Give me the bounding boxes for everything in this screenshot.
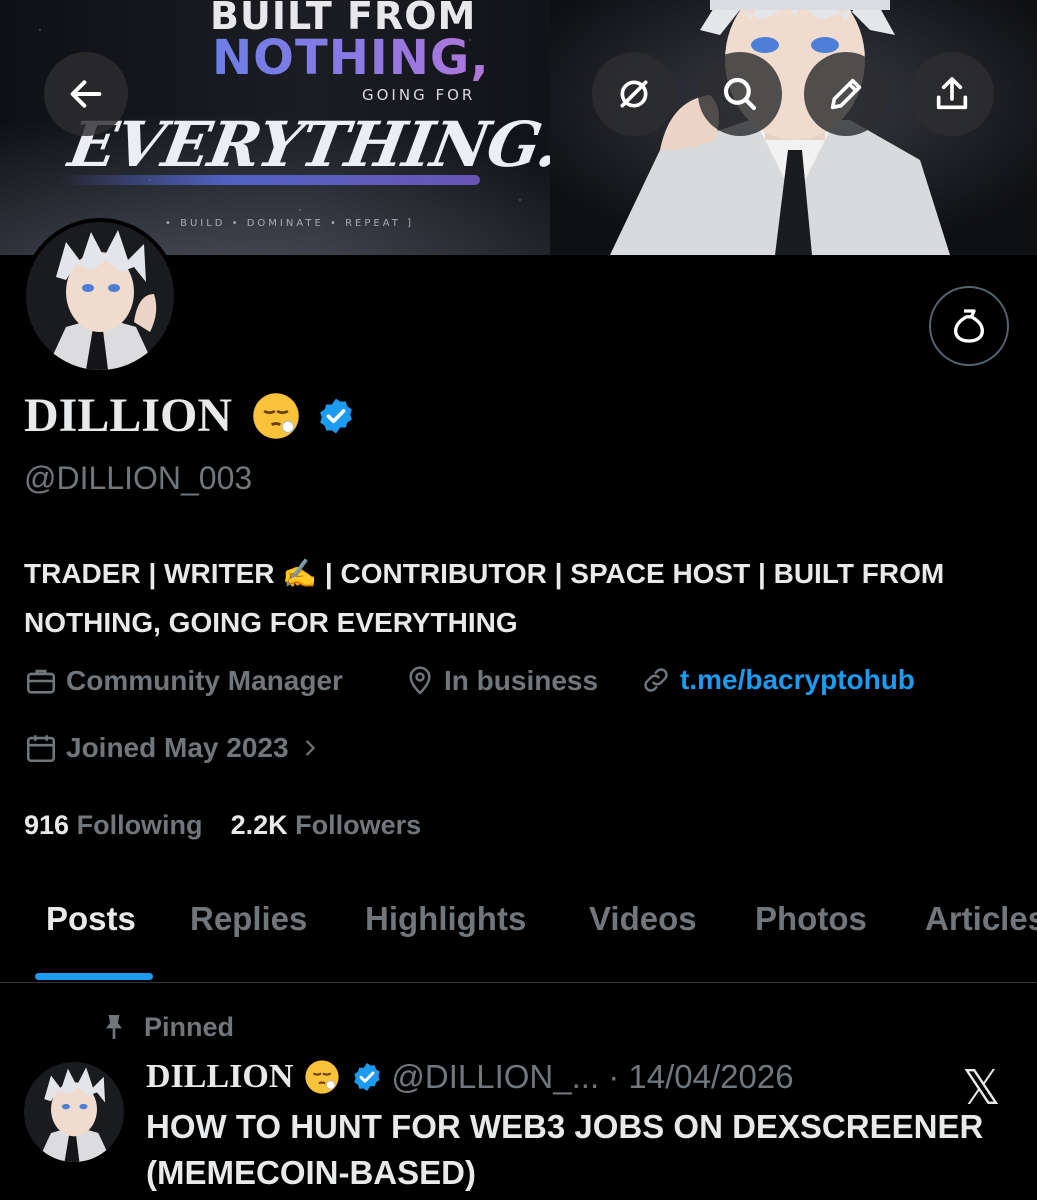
- post-avatar-illustration: [24, 1062, 124, 1162]
- post-title[interactable]: HOW TO HUNT FOR WEB3 JOBS ON DEXSCREENER…: [146, 1104, 1026, 1196]
- profile-bio: TRADER | WRITER ✍️ | CONTRIBUTOR | SPACE…: [24, 558, 945, 638]
- banner-text-line3: GOING FOR: [362, 86, 476, 104]
- profile-website[interactable]: t.me/bacryptohub: [640, 664, 915, 696]
- profile-tabs: Posts Replies Highlights Videos Photos A…: [0, 896, 1037, 983]
- search-icon: [723, 77, 757, 111]
- briefcase-icon: [26, 669, 56, 694]
- post-header: DILLION @DILLION_... · 14/04/2026: [146, 1058, 794, 1096]
- edit-pencil-icon: [830, 78, 862, 110]
- post-sleepy-face-emoji-icon: [303, 1058, 341, 1096]
- profile-joined-label: Joined May 2023: [66, 732, 289, 763]
- avatar-illustration: [26, 222, 174, 370]
- post-author-name[interactable]: DILLION: [146, 1058, 293, 1096]
- back-button[interactable]: [44, 52, 128, 136]
- tab-posts[interactable]: Posts: [46, 900, 136, 938]
- tab-articles[interactable]: Articles: [925, 900, 1037, 938]
- chevron-right-icon: [305, 740, 315, 756]
- banner-text-line4: EVERYTHING.: [63, 108, 565, 181]
- tab-highlights[interactable]: Highlights: [365, 900, 526, 938]
- pinned-label: Pinned: [144, 1011, 235, 1042]
- grok-button[interactable]: [592, 52, 676, 136]
- grok-icon: [620, 80, 648, 108]
- share-icon: [936, 77, 968, 110]
- followers-link[interactable]: 2.2K Followers: [231, 810, 422, 841]
- profile-category-label: Community Manager: [66, 665, 343, 696]
- pinned-indicator: Pinned: [98, 1010, 234, 1044]
- sleepy-face-emoji-icon: [250, 390, 302, 442]
- profile-location-label: In business: [444, 665, 599, 696]
- active-tab-indicator: [35, 973, 153, 980]
- profile-banner[interactable]: BUILT FROM NOTHING, GOING FOR EVERYTHING…: [0, 0, 1037, 255]
- tab-replies[interactable]: Replies: [190, 900, 307, 938]
- following-link[interactable]: 916 Following: [24, 810, 203, 841]
- profile-joined[interactable]: Joined May 2023: [24, 731, 329, 765]
- edit-button[interactable]: [804, 52, 888, 136]
- profile-avatar[interactable]: [22, 218, 178, 374]
- profile-location: In business: [404, 664, 598, 698]
- profile-name-row: DILLION: [24, 388, 356, 443]
- banner-text-line2: NOTHING,: [212, 30, 490, 86]
- search-button[interactable]: [698, 52, 782, 136]
- tab-photos[interactable]: Photos: [755, 900, 867, 938]
- tab-videos[interactable]: Videos: [589, 900, 697, 938]
- post-handle-date: @DILLION_... · 14/04/2026: [391, 1058, 794, 1095]
- link-icon: [644, 668, 668, 692]
- share-button[interactable]: [910, 52, 994, 136]
- calendar-icon: [26, 735, 56, 763]
- post-verified-badge-icon: [351, 1061, 383, 1093]
- profile-handle: @DILLION_003: [24, 460, 253, 496]
- follow-counts: 916 Following 2.2K Followers: [24, 810, 421, 841]
- subscriptions-button[interactable]: [929, 286, 1009, 366]
- profile-category: Community Manager: [24, 664, 343, 698]
- money-bag-icon: [954, 309, 984, 343]
- location-pin-icon: [409, 666, 431, 695]
- profile-website-link[interactable]: t.me/bacryptohub: [680, 664, 915, 696]
- verified-badge-icon[interactable]: [316, 396, 356, 436]
- post-author-avatar[interactable]: [24, 1062, 124, 1162]
- pin-icon: [106, 1015, 122, 1039]
- back-arrow-icon: [70, 80, 102, 108]
- profile-name: DILLION: [24, 389, 233, 442]
- banner-text-line5: • BUILD • DOMINATE • REPEAT ]: [165, 218, 414, 229]
